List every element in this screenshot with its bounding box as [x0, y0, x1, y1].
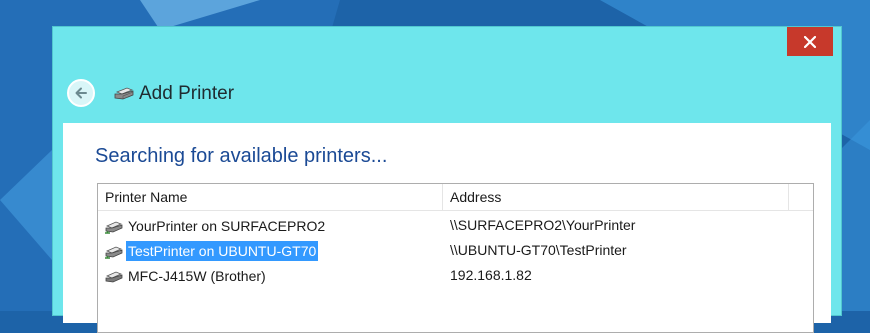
printer-row-selected[interactable]: TestPrinter on UBUNTU-GT70 \\UBUNTU-GT70…	[98, 238, 813, 263]
printer-rows: YourPrinter on SURFACEPRO2 \\SURFACEPRO2…	[98, 213, 813, 288]
printer-address: \\UBUNTU-GT70\TestPrinter	[450, 242, 627, 258]
printer-address: 192.168.1.82	[450, 267, 532, 283]
printer-name: YourPrinter on SURFACEPRO2	[128, 217, 326, 234]
printer-name: MFC-J415W (Brother)	[128, 267, 266, 284]
printer-address: \\SURFACEPRO2\YourPrinter	[450, 217, 636, 233]
printer-row[interactable]: MFC-J415W (Brother) 192.168.1.82	[98, 263, 813, 288]
printer-icon	[105, 271, 123, 282]
back-arrow-icon	[75, 87, 87, 99]
content-panel: Searching for available printers... Prin…	[63, 123, 831, 333]
column-header-printer-name[interactable]: Printer Name	[98, 184, 443, 210]
network-printer-icon	[105, 221, 123, 234]
window-title: Add Printer	[139, 83, 235, 104]
close-button[interactable]	[787, 27, 833, 56]
back-button[interactable]	[67, 79, 95, 107]
printer-name: TestPrinter on UBUNTU-GT70	[126, 240, 319, 261]
printer-icon	[113, 85, 135, 106]
page-heading: Searching for available printers...	[95, 145, 388, 167]
close-icon	[804, 35, 816, 48]
printer-row[interactable]: YourPrinter on SURFACEPRO2 \\SURFACEPRO2…	[98, 213, 813, 238]
column-header-address[interactable]: Address	[443, 184, 789, 210]
list-header: Printer Name Address	[98, 184, 813, 211]
add-printer-dialog: Add Printer Searching for available prin…	[52, 26, 842, 333]
network-printer-icon	[105, 246, 123, 259]
